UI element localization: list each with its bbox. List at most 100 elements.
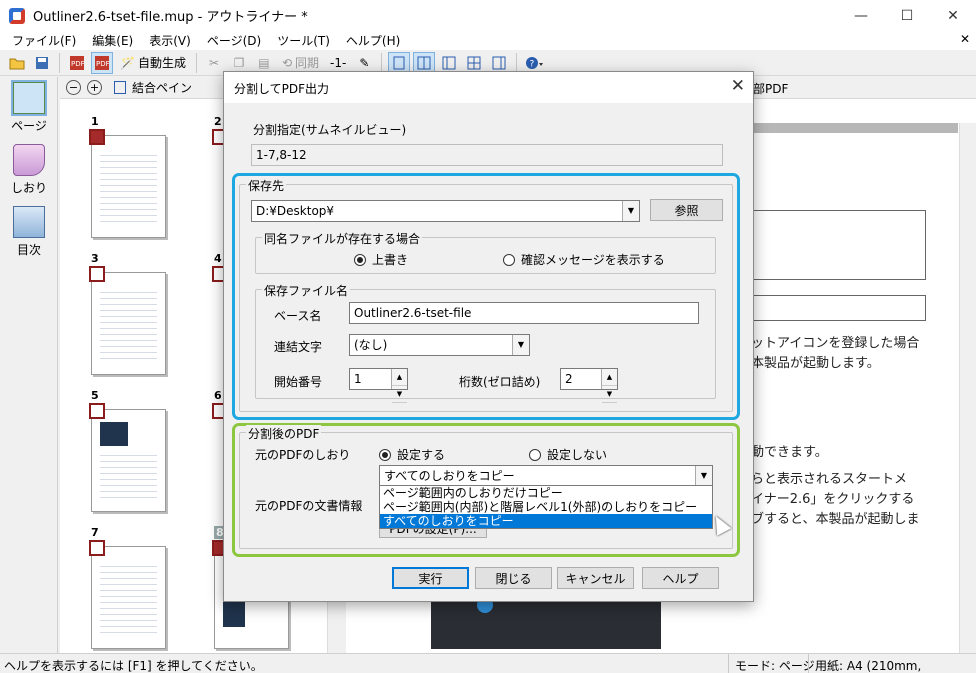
thumb-page-number: 3 — [91, 252, 99, 265]
status-bar: ヘルプを表示するには [F1] を押してください。 モード: ページ 用紙: A… — [0, 653, 976, 673]
after-split-title: 分割後のPDF — [246, 425, 322, 442]
nav-pages[interactable]: ページ — [0, 77, 58, 139]
bookmark-icon — [13, 144, 45, 176]
thumb-select-checkbox[interactable] — [89, 403, 105, 419]
overwrite-radio[interactable]: 上書き — [354, 251, 408, 268]
svg-text:?: ? — [530, 59, 535, 69]
document-close-icon[interactable]: ✕ — [960, 32, 970, 46]
toc-icon — [13, 206, 45, 238]
bookmark-unset-radio[interactable]: 設定しない — [529, 446, 607, 463]
thumb-page[interactable] — [91, 135, 166, 238]
bookmark-unset-label: 設定しない — [547, 448, 608, 462]
document-line: 本製品が起動します。 — [751, 356, 880, 371]
thumb-page-number: 7 — [91, 526, 99, 539]
chevron-down-icon[interactable]: ▼ — [695, 466, 712, 486]
document-tab-label[interactable]: 部PDF — [753, 80, 788, 97]
title-bar: Outliner2.6-tset-file.mup - アウトライナー * — … — [0, 0, 976, 31]
save-icon[interactable] — [31, 52, 53, 74]
thumb-page[interactable] — [91, 409, 166, 512]
dropdown-option[interactable]: ページ範囲内のしおりだけコピー — [380, 486, 712, 500]
split-pdf-dialog: 分割してPDF出力 ✕ 分割指定(サムネイルビュー) 1-7,8-12 保存先 … — [223, 71, 754, 602]
join-char-combo[interactable]: (なし) ▼ — [349, 334, 530, 356]
cancel-button[interactable]: キャンセル — [557, 567, 634, 589]
nav-bookmarks[interactable]: しおり — [0, 139, 58, 201]
bookmark-set-radio[interactable]: 設定する — [379, 446, 445, 463]
auto-generate-button[interactable]: 🪄 自動生成 — [116, 52, 190, 74]
sync-label: 同期 — [295, 56, 320, 70]
menu-help[interactable]: ヘルプ(H) — [338, 32, 408, 49]
overwrite-label: 上書き — [372, 253, 409, 267]
toolbar-separator — [381, 52, 383, 73]
menu-page[interactable]: ページ(D) — [199, 32, 269, 49]
thumb-page-number: 4 — [214, 252, 222, 265]
split-spec-label: 分割指定(サムネイルビュー) — [253, 123, 407, 137]
svg-text:PDF: PDF — [71, 60, 85, 68]
maximize-button[interactable]: ☐ — [884, 0, 930, 31]
radio-unchecked-icon — [503, 253, 515, 266]
digits-value: 2 — [565, 372, 573, 386]
chevron-down-icon[interactable]: ▼ — [622, 201, 639, 221]
close-button[interactable]: ✕ — [930, 0, 976, 31]
status-mode: モード: ページ — [728, 654, 821, 673]
thumb-page[interactable] — [91, 546, 166, 649]
minimize-button[interactable]: — — [838, 0, 884, 31]
toolbar-separator — [59, 52, 60, 73]
page-icon — [11, 80, 47, 116]
zoom-in-icon[interactable]: + — [87, 80, 102, 95]
thumb-select-checkbox[interactable] — [89, 129, 105, 145]
confirm-radio[interactable]: 確認メッセージを表示する — [503, 251, 665, 268]
radio-unchecked-icon — [529, 448, 541, 461]
start-number-stepper[interactable]: 1 ▲ ▼ — [349, 368, 408, 403]
auto-generate-label: 自動生成 — [137, 56, 186, 70]
digits-stepper[interactable]: 2 ▲ ▼ — [560, 368, 618, 403]
document-scrollbar[interactable] — [959, 123, 976, 653]
thumb-select-checkbox[interactable] — [89, 540, 105, 556]
magic-wand-icon: 🪄 — [120, 55, 135, 70]
base-name-input[interactable]: Outliner2.6-tset-file — [349, 302, 699, 324]
dialog-close-icon[interactable]: ✕ — [731, 76, 745, 96]
browse-button[interactable]: 参照 — [650, 199, 723, 221]
run-button[interactable]: 実行 — [392, 567, 469, 589]
close-dialog-button[interactable]: 閉じる — [475, 567, 552, 589]
nav-toc[interactable]: 目次 — [0, 201, 58, 263]
svg-text:PDF: PDF — [96, 60, 110, 68]
toolbar-separator — [516, 52, 518, 73]
pdf-export-icon[interactable]: PDF — [66, 52, 88, 74]
chevron-down-icon[interactable]: ▼ — [512, 335, 529, 355]
nav-pages-label: ページ — [11, 119, 47, 133]
merge-pane-icon[interactable] — [114, 81, 126, 94]
nav-toc-label: 目次 — [16, 243, 41, 257]
same-name-title: 同名ファイルが存在する場合 — [262, 230, 423, 247]
zoom-out-icon[interactable]: − — [66, 80, 81, 95]
dropdown-option[interactable]: ページ範囲内(内部)と階層レベル1(外部)のしおりをコピー — [380, 500, 712, 514]
open-folder-icon[interactable] — [6, 52, 28, 74]
thumb-page[interactable] — [91, 272, 166, 375]
menu-tools[interactable]: ツール(T) — [269, 32, 338, 49]
window-controls: — ☐ ✕ — [838, 0, 976, 31]
cut-icon[interactable]: ✂ — [203, 52, 225, 74]
bookmark-dropdown-list: ページ範囲内のしおりだけコピー ページ範囲内(内部)と階層レベル1(外部)のしお… — [379, 485, 713, 529]
help-button[interactable]: ヘルプ — [642, 567, 719, 589]
thumb-page-number: 1 — [91, 115, 99, 128]
dropdown-option-selected[interactable]: すべてのしおりをコピー — [380, 514, 712, 528]
document-text-box — [741, 210, 926, 280]
menu-bar: ファイル(F) 編集(E) 表示(V) ページ(D) ツール(T) ヘルプ(H)… — [0, 31, 976, 50]
dialog-title: 分割してPDF出力 — [234, 82, 330, 96]
merge-pane-label: 結合ペイン — [132, 81, 193, 95]
thumb-select-checkbox[interactable] — [89, 266, 105, 282]
save-path-combo[interactable]: D:¥Desktop¥ ▼ — [251, 200, 640, 222]
digits-label: 桁数(ゼロ詰め) — [459, 375, 541, 389]
spin-arrows-icon[interactable]: ▲ ▼ — [601, 369, 617, 403]
menu-edit[interactable]: 編集(E) — [84, 32, 141, 49]
spin-arrows-icon[interactable]: ▲ ▼ — [391, 369, 407, 403]
bookmark-combo[interactable]: すべてのしおりをコピー ▼ — [379, 465, 713, 487]
menu-file[interactable]: ファイル(F) — [4, 32, 84, 49]
dialog-title-bar: 分割してPDF出力 ✕ — [224, 72, 753, 103]
document-line: ットアイコンを登録した場合 — [751, 336, 920, 351]
pdf-split-icon[interactable]: PDF — [91, 51, 113, 74]
document-line: イナー2.6」をクリックする — [751, 492, 915, 507]
menu-view[interactable]: 表示(V) — [141, 32, 199, 49]
join-char-value: (なし) — [354, 338, 388, 352]
toolbar-separator — [195, 52, 197, 73]
status-paper: 用紙: A4 (210mm, 297mm) — [808, 654, 976, 673]
